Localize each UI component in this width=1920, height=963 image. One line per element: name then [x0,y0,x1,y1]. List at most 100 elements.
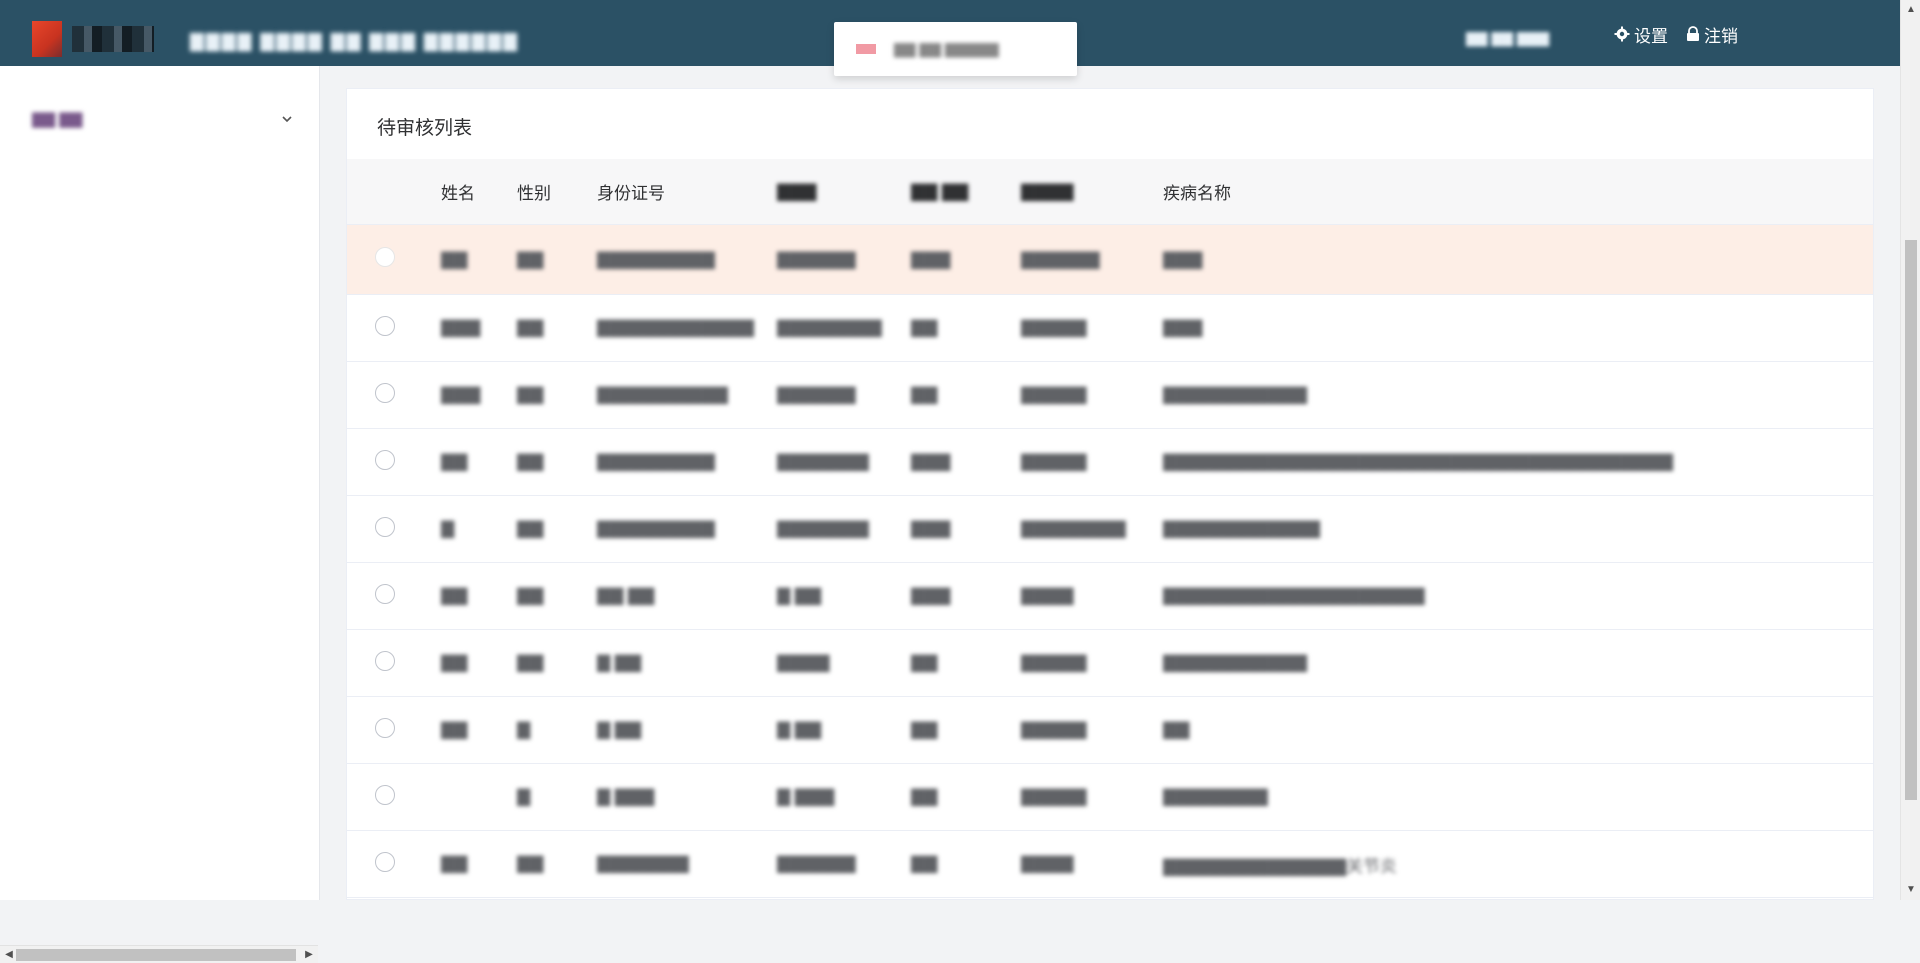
table-row[interactable]: ▇▇ ▇ ▇ ▇▇ ▇ ▇▇ ▇▇ ▇▇▇▇▇ ▇▇ [347,697,1873,764]
table-row[interactable]: ▇▇▇ ▇▇ ▇▇▇▇▇▇▇▇▇▇ ▇▇▇▇▇▇ ▇▇ ▇▇▇▇▇ ▇▇▇▇▇▇▇▇▇▇▇ [347,362,1873,429]
scroll-down-arrow[interactable]: ▼ [1904,883,1918,897]
cell-id: ▇▇▇▇▇▇▇▇▇ [597,519,715,538]
cell-disease: ▇▇▇▇▇▇▇▇▇▇▇ [1163,385,1307,404]
cell-name: ▇▇ [441,249,468,269]
cell-disease: ▇▇▇ [1163,249,1203,269]
horizontal-scroll-thumb[interactable] [16,949,296,961]
cell-5: ▇▇▇ [911,249,951,269]
chevron-down-icon [282,116,292,123]
cell-id: ▇▇ ▇▇ [597,586,655,605]
cell-sex: ▇▇ [517,385,544,404]
cell-5: ▇▇ [911,787,938,806]
column-header-6: ▇▇▇▇ [1021,181,1074,201]
notice-box: ▇▇ ▇▇ ▇▇▇▇▇ [834,22,1077,76]
cell-5: ▇▇▇ [911,519,951,538]
cell-6: ▇▇▇▇ [1021,854,1074,873]
row-radio[interactable] [375,851,395,872]
cell-disease: ▇▇▇▇▇▇▇▇▇▇▇▇▇▇▇▇▇▇▇▇ [1163,586,1425,605]
cell-sex: ▇ [517,720,531,739]
row-radio[interactable] [375,247,395,267]
cell-6: ▇▇▇▇▇ [1021,720,1087,739]
cell-4: ▇▇▇▇▇▇▇ [777,519,869,538]
table-row[interactable]: ▇▇ ▇▇ ▇▇▇▇▇▇▇▇▇ ▇▇▇▇▇▇ ▇▇▇ ▇▇▇▇▇▇ ▇▇▇ [347,225,1873,295]
logo-text [72,26,154,52]
row-radio[interactable] [375,315,395,336]
cell-4: ▇ ▇▇▇ [777,787,835,806]
cell-sex: ▇ [517,787,531,806]
row-select-cell [347,449,441,475]
row-radio[interactable] [375,717,395,738]
cell-name: ▇▇ [441,653,468,672]
row-select-cell [347,583,441,609]
row-select-cell [347,382,441,408]
notice-text: ▇▇ ▇▇ ▇▇▇▇▇ [894,40,999,57]
table-row[interactable]: ▇▇ ▇▇ ▇ ▇▇ ▇▇▇▇ ▇▇ ▇▇▇▇▇ ▇▇▇▇▇▇▇▇▇▇▇ [347,630,1873,697]
logout-link[interactable]: 注销 [1686,22,1738,46]
cell-id: ▇ ▇▇ [597,720,641,739]
cell-sex: ▇▇ [517,318,544,337]
row-radio[interactable] [375,382,395,403]
settings-link[interactable]: 设置 [1614,22,1668,46]
column-header-id: 身份证号 [597,184,665,203]
cell-disease: ▇▇▇▇▇▇▇▇ [1163,787,1268,806]
cell-name: ▇▇ [441,586,468,605]
row-select-cell [347,516,441,542]
cell-disease: ▇▇▇▇▇▇▇▇▇▇▇ [1163,653,1307,672]
vertical-scroll-thumb[interactable] [1905,240,1917,800]
table-row[interactable]: ▇▇▇▇▇▇▇▇▇▇▇▇▇▇▇▇▇▇▇▇▇▇▇▇▇▇▇▇▇▇▇▇▇▇▇▇▇▇▇▇… [347,496,1873,563]
cell-name: ▇▇▇ [441,318,481,337]
cell-5: ▇▇ [911,385,938,404]
column-header-sex: 性别 [517,184,551,203]
cell-5: ▇▇ [911,854,938,873]
table-body: ▇▇ ▇▇ ▇▇▇▇▇▇▇▇▇ ▇▇▇▇▇▇ ▇▇▇ ▇▇▇▇▇▇ ▇▇▇ ▇▇▇ ▇▇ ▇▇▇▇… [347,225,1873,898]
table-row[interactable]: ▇▇ ▇▇ ▇▇▇▇▇▇▇ ▇▇▇▇▇▇ ▇▇ ▇▇▇▇ ▇▇▇▇▇▇▇▇▇▇▇▇▇▇关节炎 [347,831,1873,898]
cell-5: ▇▇ [911,720,938,739]
cell-id: ▇▇▇▇▇▇▇▇▇ [597,249,715,269]
table-row[interactable]: ▇▇ ▇▇ ▇▇ ▇▇ ▇ ▇▇ ▇▇▇ ▇▇▇▇ ▇▇▇▇▇▇▇▇▇▇▇▇▇▇▇▇▇▇▇▇ [347,563,1873,630]
horizontal-scrollbar[interactable]: ◀ ▶ [0,945,318,963]
cell-id: ▇ ▇▇▇ [597,787,655,806]
settings-label: 设置 [1634,26,1668,46]
lock-icon [1687,26,1699,41]
cell-sex: ▇▇ [517,854,544,873]
cell-4: ▇ ▇▇ [777,586,821,605]
cell-4: ▇▇▇▇▇▇ [777,385,856,404]
scroll-left-arrow[interactable]: ◀ [2,948,16,962]
cell-sex: ▇▇ [517,653,544,672]
cell-sex: ▇▇ [517,586,544,605]
row-select-cell [347,247,441,272]
cell-4: ▇▇▇▇▇▇▇ [777,452,869,471]
vertical-scrollbar[interactable]: ▲ ▼ [1900,0,1920,900]
row-radio[interactable] [375,516,395,537]
notice-dot [856,44,876,54]
table-row[interactable]: ▇▇▇▇▇▇▇▇▇▇▇▇▇▇▇▇▇▇▇▇▇▇▇▇▇▇▇▇▇▇▇▇▇▇▇▇▇▇▇▇… [347,429,1873,496]
page-title: 待审核列表 [377,118,473,139]
cell-6: ▇▇▇▇▇ [1021,653,1087,672]
cell-disease: ▇▇▇▇▇▇▇▇▇▇▇▇ [1163,519,1320,538]
scroll-up-arrow[interactable]: ▲ [1904,3,1918,17]
row-select-cell [347,784,441,810]
table-row[interactable]: ▇ ▇ ▇▇▇ ▇ ▇▇▇ ▇▇ ▇▇▇▇▇ ▇▇▇▇▇▇▇▇ [347,764,1873,831]
cell-5: ▇▇ [911,318,938,337]
cell-5: ▇▇▇ [911,586,951,605]
system-name: ▇▇▇▇ ▇▇▇▇ ▇▇ ▇▇▇ ▇▇▇▇▇▇ [190,31,520,51]
table-row[interactable]: ▇▇▇ ▇▇ ▇▇▇▇▇▇▇▇▇▇▇▇ ▇▇▇▇▇▇▇▇ ▇▇ ▇▇▇▇▇ ▇▇▇ [347,295,1873,362]
row-radio[interactable] [375,650,395,671]
pending-review-table: 姓名 性别 身份证号 ▇▇▇ ▇▇ ▇▇ ▇▇▇▇ 疾病名称 ▇▇ ▇▇ ▇▇▇▇▇… [347,159,1873,898]
logo [32,20,160,58]
column-header-5: ▇▇ ▇▇ [911,181,969,201]
cell-4: ▇▇▇▇▇▇▇▇ [777,318,882,337]
cell-disease: ▇▇ [1163,720,1190,739]
cell-4: ▇▇▇▇ [777,653,830,672]
cell-name: ▇▇ [441,452,468,471]
row-radio[interactable] [375,583,395,604]
user-name: ▇▇ ▇▇ ▇▇▇ [1466,30,1550,46]
sidebar-menu-group-label: ▇▇ ▇▇ [32,111,83,128]
sidebar-menu-group[interactable]: ▇▇ ▇▇ [0,92,318,146]
scroll-right-arrow[interactable]: ▶ [302,948,316,962]
cell-sex: ▇▇ [517,249,544,269]
row-radio[interactable] [375,449,395,470]
cell-4: ▇▇▇▇▇▇ [777,854,856,873]
row-radio[interactable] [375,784,395,805]
cell-id: ▇ ▇▇ [597,653,641,672]
